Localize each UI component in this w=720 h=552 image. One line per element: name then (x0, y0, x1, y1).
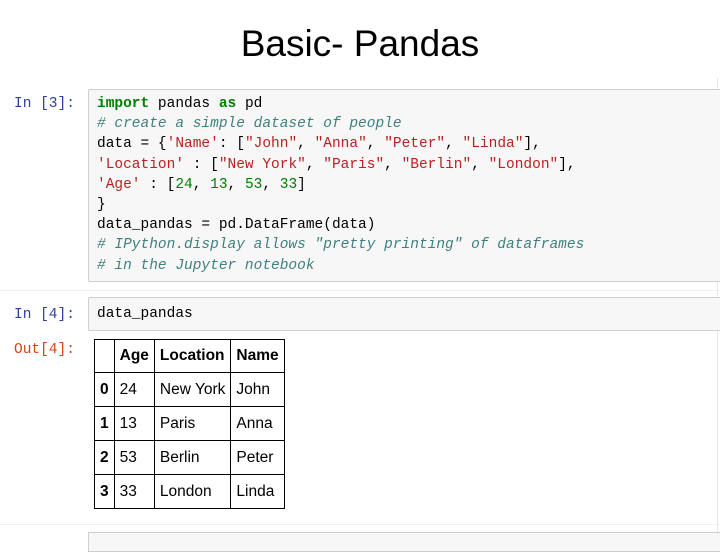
table-row: 0 24 New York John (94, 372, 285, 407)
code-token: , (384, 156, 402, 173)
code-token: ], (558, 156, 576, 173)
table-header-row: Age Location Name (94, 339, 285, 373)
code-token: , (471, 156, 489, 173)
slide-title: Basic- Pandas (240, 23, 480, 64)
code-token: 'Location' (97, 156, 185, 173)
index-header (94, 339, 115, 373)
code-token: data = { (97, 136, 167, 153)
code-token: pandas (149, 96, 219, 112)
code-editor-4[interactable]: data_pandas (97, 304, 193, 324)
next-code-cell[interactable] (88, 532, 720, 552)
code-token: 53 (244, 176, 263, 193)
code-line: data_pandas (97, 304, 193, 324)
cell-name: Anna (230, 406, 285, 441)
code-token: , (305, 156, 324, 173)
code-token: , (366, 136, 385, 153)
row-index: 0 (94, 372, 115, 407)
code-token: # in the Jupyter notebook (97, 257, 315, 274)
code-token: "Paris" (323, 156, 385, 173)
cell-divider (0, 290, 720, 291)
row-index: 3 (94, 474, 115, 509)
code-token: 'Age' (97, 176, 141, 193)
code-token: data_pandas (97, 306, 193, 322)
code-line: # IPython.display allows "pretty printin… (97, 235, 584, 255)
cell-age: 33 (113, 474, 155, 509)
code-token: 33 (279, 176, 298, 193)
cell-name: Linda (230, 474, 285, 509)
table-row: 2 53 Berlin Peter (94, 440, 285, 475)
code-token: "Anna" (314, 136, 367, 153)
dataframe-table: Age Location Name 0 24 New York John 1 1… (94, 339, 285, 509)
code-token: "London" (488, 156, 559, 173)
code-line: # in the Jupyter notebook (97, 256, 584, 276)
code-token: "John" (244, 136, 298, 153)
code-token: } (97, 196, 106, 213)
code-token: pd (236, 96, 263, 112)
code-line: data_pandas = pd.DataFrame(data) (97, 215, 584, 235)
cell-age: 53 (113, 440, 155, 475)
code-token: "New York" (218, 156, 306, 173)
code-line: } (97, 195, 584, 215)
code-token: : [ (140, 176, 176, 193)
column-header-name: Name (230, 339, 285, 373)
code-token: import (97, 96, 150, 112)
table-row: 3 33 London Linda (94, 474, 285, 509)
cell-divider (0, 524, 720, 525)
cell-name: John (230, 372, 285, 407)
code-token: , (262, 176, 280, 193)
code-token: as (218, 96, 237, 112)
cell-name: Peter (230, 440, 285, 475)
code-token: 'Name' (166, 136, 219, 153)
table-row: 1 13 Paris Anna (94, 406, 285, 441)
input-prompt-4: In [4]: (14, 307, 75, 323)
cell-age: 24 (113, 372, 155, 407)
code-token: data_pandas = pd.DataFrame(data) (97, 217, 376, 234)
row-index: 1 (94, 406, 115, 441)
cell-location: Berlin (153, 440, 232, 475)
code-token: , (192, 176, 211, 193)
code-line: # create a simple dataset of people (97, 114, 584, 134)
cell-location: London (153, 474, 232, 509)
code-token: ] (297, 176, 306, 193)
code-token: "Linda" (462, 136, 524, 153)
input-prompt-3: In [3]: (14, 96, 75, 112)
column-header-location: Location (153, 339, 232, 373)
code-line: 'Location' : ["New York", "Paris", "Berl… (97, 155, 584, 175)
code-line: 'Age' : [24, 13, 53, 33] (97, 175, 584, 195)
code-line: import pandas as pd (97, 94, 584, 114)
code-token: # create a simple dataset of people (97, 116, 402, 133)
code-token: , (297, 136, 315, 153)
code-cell-4[interactable]: data_pandas (88, 297, 720, 331)
code-token: : [ (218, 136, 245, 153)
code-token: : [ (184, 156, 219, 173)
code-editor-3[interactable]: import pandas as pd # create a simple dat… (97, 94, 584, 276)
code-token: 24 (175, 176, 193, 193)
column-header-age: Age (113, 339, 155, 373)
code-token: 13 (210, 176, 228, 193)
cell-location: Paris (153, 406, 232, 441)
cell-location: New York (153, 372, 232, 407)
code-token: "Peter" (384, 136, 446, 153)
code-cell-3[interactable]: import pandas as pd # create a simple dat… (88, 89, 720, 282)
code-line: data = {'Name': ["John", "Anna", "Peter"… (97, 134, 584, 154)
code-token: # IPython.display allows "pretty printin… (97, 237, 585, 254)
code-token: , (445, 136, 463, 153)
code-token: , (227, 176, 245, 193)
row-index: 2 (94, 440, 115, 475)
output-prompt-4: Out[4]: (14, 342, 75, 358)
code-token: "Berlin" (401, 156, 472, 173)
code-token: ], (523, 136, 541, 153)
cell-age: 13 (113, 406, 155, 441)
